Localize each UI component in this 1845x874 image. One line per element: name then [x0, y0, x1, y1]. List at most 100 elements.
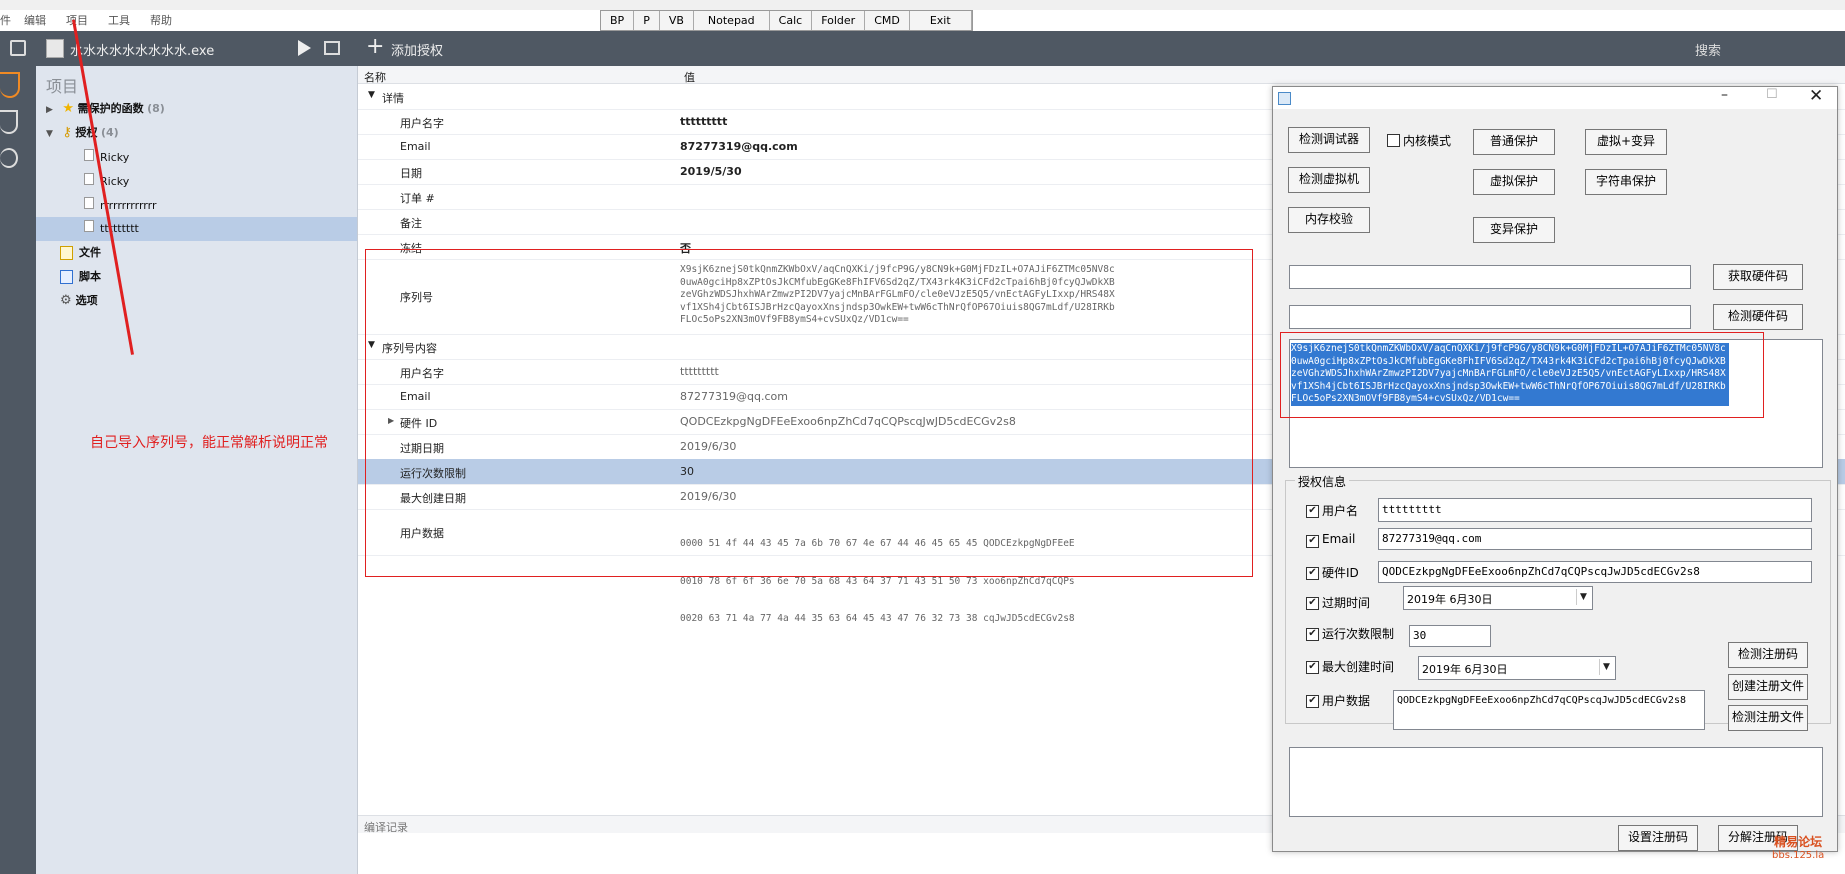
tree-item-script[interactable]: 脚本 [60, 266, 101, 288]
menu-help[interactable]: 帮助 [150, 12, 172, 28]
memory-check-button[interactable]: 内存校验 [1288, 207, 1370, 233]
quick-vb-button[interactable]: VB [659, 11, 694, 30]
maxbuild-label: 最大创建时间 [1322, 660, 1395, 674]
hwid-input-1[interactable] [1289, 265, 1691, 289]
menu-project[interactable]: 项目 [66, 12, 88, 28]
set-regcode-button[interactable]: 设置注册码 [1618, 825, 1698, 851]
username-field[interactable]: ttttttttt [1378, 498, 1812, 522]
username-label: 用户名 [1322, 504, 1359, 518]
tree-item-options[interactable]: ⚙ 选项 [60, 290, 98, 312]
chevron-down-icon[interactable]: ▼ [1576, 589, 1590, 605]
runlimit-field[interactable]: 30 [1409, 625, 1491, 647]
menu-file[interactable]: 件 [0, 12, 11, 28]
check-hwid-button[interactable]: 检测硬件码 [1713, 304, 1803, 330]
hwid-checkbox[interactable]: ✔ [1306, 567, 1319, 580]
key-icon: ⚷ [62, 125, 72, 140]
license-doc-icon [84, 220, 94, 232]
email-label: Email [1322, 532, 1356, 546]
tree-item-files[interactable]: 文件 [60, 242, 101, 264]
close-icon[interactable]: ✕ [1809, 86, 1823, 106]
files-icon [60, 246, 73, 260]
kernel-mode-label: 内核模式 [1403, 134, 1452, 148]
hwid-input-2[interactable] [1289, 305, 1691, 329]
add-license-button[interactable]: 添加授权 [391, 40, 443, 59]
quick-calc-button[interactable]: Calc [769, 11, 813, 30]
email-checkbox[interactable]: ✔ [1306, 535, 1319, 548]
maxbuild-checkbox[interactable]: ✔ [1306, 661, 1319, 674]
protection-shield-icon[interactable] [0, 72, 20, 98]
expire-date-picker[interactable]: 2019年 6月30日 ▼ [1403, 586, 1593, 610]
build-menu-icon[interactable] [324, 41, 340, 55]
get-hwid-button[interactable]: 获取硬件码 [1713, 264, 1803, 290]
menu-tools[interactable]: 工具 [108, 12, 130, 28]
chevron-down-icon[interactable]: ▼ [1599, 659, 1613, 675]
app-icon [1278, 92, 1291, 105]
username-checkbox[interactable]: ✔ [1306, 505, 1319, 518]
normal-protect-button[interactable]: 普通保护 [1473, 129, 1555, 155]
table-header: 名称 值 [358, 66, 1845, 84]
serial-annotation-box [1280, 332, 1764, 418]
tree-header: 项目 [46, 77, 79, 96]
project-file-name: 水水水水水水水水水.exe [70, 44, 215, 59]
left-icon-sidebar [0, 66, 36, 874]
star-icon: ★ [62, 101, 75, 116]
email-field[interactable]: 87277319@qq.com [1378, 528, 1812, 550]
gear-icon: ⚙ [60, 293, 72, 308]
string-protect-button[interactable]: 字符串保护 [1585, 169, 1667, 195]
search-box[interactable]: 搜索 [1695, 40, 1721, 59]
output-textarea[interactable] [1289, 747, 1823, 817]
virt-protect-button[interactable]: 虚拟保护 [1473, 169, 1555, 195]
add-icon[interactable]: + [366, 34, 384, 59]
forum-watermark: 精易论坛 bbs.125.la [1772, 835, 1825, 862]
license-doc-icon [84, 149, 94, 161]
quick-notepad-button[interactable]: Notepad [693, 11, 770, 30]
create-regfile-button[interactable]: 创建注册文件 [1728, 674, 1808, 700]
check-regfile-button[interactable]: 检测注册文件 [1728, 705, 1808, 731]
annotation-highlight-box [365, 249, 1253, 577]
check-regcode-button[interactable]: 检测注册码 [1728, 642, 1808, 668]
project-tree: 项目 ▶ ★ 需保护的函数 (8) ▼ ⚷ 授权 (4) Ricky Ricky… [36, 66, 358, 874]
kernel-mode-checkbox[interactable] [1387, 134, 1400, 147]
column-name-header: 名称 [364, 71, 386, 84]
license-doc-icon [84, 173, 94, 185]
virt-mutate-button[interactable]: 虚拟+变异 [1585, 129, 1667, 155]
menu-edit[interactable]: 编辑 [24, 12, 46, 28]
hwid-field[interactable]: QODCEzkpgNgDFEeExoo6npZhCd7qCQPscqJwJD5c… [1378, 561, 1812, 583]
quick-folder-button[interactable]: Folder [812, 11, 866, 30]
quick-exit-button[interactable]: Exit [909, 11, 972, 30]
userdata-field[interactable]: QODCEzkpgNgDFEeExoo6npZhCd7qCQPscqJwJD5c… [1393, 690, 1705, 730]
license-info-title: 授权信息 [1295, 473, 1350, 490]
tree-item-protected-functions[interactable]: ▶ ★ 需保护的函数 (8) [46, 98, 165, 120]
info-icon[interactable] [0, 148, 18, 168]
script-icon [60, 270, 73, 284]
quick-launch-bar: BP P VB Notepad Calc Folder CMD Exit [600, 10, 973, 31]
run-icon[interactable] [298, 40, 311, 56]
detect-debugger-button[interactable]: 检测调试器 [1288, 127, 1370, 153]
tree-license-item[interactable]: Ricky [84, 171, 129, 193]
userdata-label: 用户数据 [1322, 694, 1371, 708]
runlimit-checkbox[interactable]: ✔ [1306, 628, 1319, 641]
expire-label: 过期时间 [1322, 596, 1371, 610]
hwid-label: 硬件ID [1322, 566, 1359, 580]
license-tool-dialog: – ☐ ✕ 检测调试器 内核模式 普通保护 虚拟+变异 检测虚拟机 虚拟保护 字… [1272, 86, 1838, 852]
save-icon[interactable] [10, 40, 26, 56]
app-toolbar: 水水水水水水水水水.exe + 添加授权 搜索 [0, 31, 1845, 66]
expire-checkbox[interactable]: ✔ [1306, 597, 1319, 610]
minimize-icon[interactable]: – [1721, 87, 1728, 103]
quick-p-button[interactable]: P [634, 11, 660, 30]
mutate-protect-button[interactable]: 变异保护 [1473, 217, 1555, 243]
maximize-icon[interactable]: ☐ [1766, 87, 1778, 102]
exe-file-icon [46, 39, 64, 58]
tree-license-item[interactable]: rrrrrrrrrrrrr [84, 195, 156, 217]
runlimit-label: 运行次数限制 [1322, 627, 1395, 641]
maxbuild-date-picker[interactable]: 2019年 6月30日 ▼ [1418, 656, 1616, 680]
tree-item-licenses[interactable]: ▼ ⚷ 授权 (4) [46, 122, 119, 144]
detect-vm-button[interactable]: 检测虚拟机 [1288, 167, 1370, 193]
license-shield-icon[interactable] [0, 110, 18, 134]
tree-license-item[interactable]: Ricky [84, 147, 129, 169]
userdata-checkbox[interactable]: ✔ [1306, 695, 1319, 708]
license-doc-icon [84, 197, 94, 209]
quick-cmd-button[interactable]: CMD [865, 11, 910, 30]
dialog-titlebar: – ☐ ✕ [1273, 86, 1837, 109]
quick-bp-button[interactable]: BP [601, 11, 635, 30]
